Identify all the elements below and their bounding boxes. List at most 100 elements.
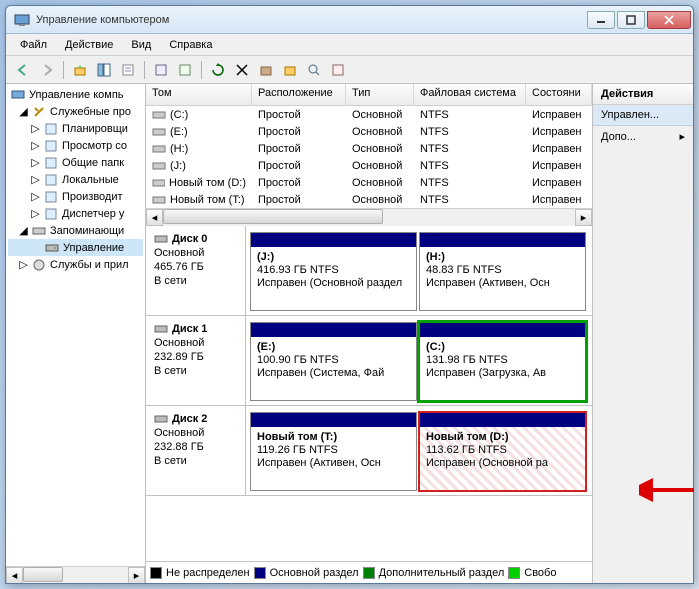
legend-free-swatch bbox=[508, 567, 520, 579]
clock-icon bbox=[43, 121, 59, 137]
actions-pane: Действия Управлен... Допо... ▸ bbox=[593, 84, 693, 583]
menu-action[interactable]: Действие bbox=[57, 37, 121, 53]
expand-icon[interactable]: ▷ bbox=[30, 191, 41, 202]
volume-row[interactable]: (C:) Простой Основной NTFS Исправен bbox=[146, 106, 592, 123]
tree-group-services[interactable]: ▷ Службы и прил bbox=[8, 256, 143, 273]
collapse-icon[interactable]: ◢ bbox=[18, 225, 29, 236]
properties-button[interactable] bbox=[117, 59, 139, 81]
tree-item-disk-management[interactable]: Управление bbox=[8, 239, 143, 256]
computer-icon bbox=[10, 87, 26, 103]
partition[interactable]: (C:) 131.98 ГБ NTFS Исправен (Загрузка, … bbox=[419, 322, 586, 401]
up-button[interactable] bbox=[69, 59, 91, 81]
forward-button[interactable] bbox=[36, 59, 58, 81]
partition-bar bbox=[420, 233, 585, 247]
partition[interactable]: (E:) 100.90 ГБ NTFS Исправен (Система, Ф… bbox=[250, 322, 417, 401]
col-status[interactable]: Состояни bbox=[526, 84, 592, 105]
tool-icon-4[interactable] bbox=[279, 59, 301, 81]
partition-bar bbox=[420, 323, 585, 337]
storage-icon bbox=[31, 223, 47, 239]
tool-icon-6[interactable] bbox=[327, 59, 349, 81]
app-icon bbox=[14, 12, 30, 28]
menu-help[interactable]: Справка bbox=[161, 37, 220, 53]
expand-icon[interactable]: ▷ bbox=[30, 123, 41, 134]
legend: Не распределен Основной раздел Дополните… bbox=[146, 561, 592, 583]
disk-info[interactable]: Диск 0 Основной 465.76 ГБ В сети bbox=[146, 226, 246, 315]
services-icon bbox=[31, 257, 47, 273]
maximize-button[interactable] bbox=[617, 11, 645, 29]
legend-extended-swatch bbox=[363, 567, 375, 579]
event-icon bbox=[43, 138, 59, 154]
volume-row[interactable]: (J:) Простой Основной NTFS Исправен bbox=[146, 157, 592, 174]
menu-file[interactable]: Файл bbox=[12, 37, 55, 53]
show-hide-tree-button[interactable] bbox=[93, 59, 115, 81]
drive-icon bbox=[152, 160, 166, 172]
disk-info[interactable]: Диск 1 Основной 232.89 ГБ В сети bbox=[146, 316, 246, 405]
menubar: Файл Действие Вид Справка bbox=[6, 34, 693, 56]
disk-icon bbox=[154, 413, 168, 425]
actions-more[interactable]: Допо... ▸ bbox=[593, 126, 693, 147]
tool-icon-5[interactable] bbox=[303, 59, 325, 81]
users-icon bbox=[43, 172, 59, 188]
partition-bar bbox=[251, 413, 416, 427]
minimize-button[interactable] bbox=[587, 11, 615, 29]
col-fs[interactable]: Файловая система bbox=[414, 84, 526, 105]
tree-item[interactable]: ▷Планировщи bbox=[8, 120, 143, 137]
partition[interactable]: Новый том (T:) 119.26 ГБ NTFS Исправен (… bbox=[250, 412, 417, 491]
close-button[interactable] bbox=[647, 11, 691, 29]
expand-icon[interactable]: ▷ bbox=[18, 259, 29, 270]
drive-icon bbox=[152, 109, 166, 121]
partition[interactable]: (J:) 416.93 ГБ NTFS Исправен (Основной р… bbox=[250, 232, 417, 311]
actions-header: Действия bbox=[593, 84, 693, 105]
tool-icon-2[interactable] bbox=[174, 59, 196, 81]
volume-header-row: Том Расположение Тип Файловая система Со… bbox=[146, 84, 592, 106]
col-volume[interactable]: Том bbox=[146, 84, 252, 105]
tool-icon-1[interactable] bbox=[150, 59, 172, 81]
expand-icon[interactable]: ▷ bbox=[30, 157, 41, 168]
legend-unallocated-swatch bbox=[150, 567, 162, 579]
disk-icon bbox=[154, 323, 168, 335]
toolbar bbox=[6, 56, 693, 84]
refresh-icon[interactable] bbox=[207, 59, 229, 81]
volume-row[interactable]: Новый том (D:) Простой Основной NTFS Исп… bbox=[146, 174, 592, 191]
expand-icon[interactable]: ▷ bbox=[30, 140, 41, 151]
drive-icon bbox=[152, 177, 165, 189]
tree-group-system-tools[interactable]: ◢ Служебные про bbox=[8, 103, 143, 120]
menu-view[interactable]: Вид bbox=[123, 37, 159, 53]
folder-icon bbox=[43, 155, 59, 171]
drive-icon bbox=[152, 126, 166, 138]
disk-row: Диск 2 Основной 232.88 ГБ В сети Новый т… bbox=[146, 406, 592, 496]
volume-row[interactable]: (H:) Простой Основной NTFS Исправен bbox=[146, 140, 592, 157]
volume-row[interactable]: (E:) Простой Основной NTFS Исправен bbox=[146, 123, 592, 140]
actions-subheader[interactable]: Управлен... bbox=[593, 105, 693, 126]
collapse-icon[interactable]: ◢ bbox=[18, 106, 29, 117]
partition-bar bbox=[251, 323, 416, 337]
volume-row[interactable]: Новый том (T:) Простой Основной NTFS Исп… bbox=[146, 191, 592, 208]
delete-icon[interactable] bbox=[231, 59, 253, 81]
disk-mgmt-icon bbox=[44, 240, 60, 256]
volume-hscrollbar[interactable]: ◂ ▸ bbox=[146, 208, 592, 225]
back-button[interactable] bbox=[12, 59, 34, 81]
titlebar[interactable]: Управление компьютером bbox=[6, 6, 693, 34]
disk-info[interactable]: Диск 2 Основной 232.88 ГБ В сети bbox=[146, 406, 246, 495]
expand-icon[interactable]: ▷ bbox=[30, 174, 41, 185]
tree-item[interactable]: ▷Общие папк bbox=[8, 154, 143, 171]
tool-icon-3[interactable] bbox=[255, 59, 277, 81]
col-layout[interactable]: Расположение bbox=[252, 84, 346, 105]
chevron-right-icon: ▸ bbox=[679, 130, 685, 143]
partition[interactable]: Новый том (D:) 113.62 ГБ NTFS Исправен (… bbox=[419, 412, 586, 491]
tree-hscrollbar[interactable]: ◂ ▸ bbox=[6, 566, 145, 583]
col-type[interactable]: Тип bbox=[346, 84, 414, 105]
tree-item[interactable]: ▷Диспетчер у bbox=[8, 205, 143, 222]
tree-root[interactable]: Управление компь bbox=[8, 86, 143, 103]
legend-primary-swatch bbox=[254, 567, 266, 579]
perf-icon bbox=[43, 189, 59, 205]
tree-group-storage[interactable]: ◢ Запоминающи bbox=[8, 222, 143, 239]
partition-bar bbox=[251, 233, 416, 247]
partition[interactable]: (H:) 48.83 ГБ NTFS Исправен (Активен, Ос… bbox=[419, 232, 586, 311]
tree-item[interactable]: ▷Просмотр со bbox=[8, 137, 143, 154]
tree-item[interactable]: ▷Производит bbox=[8, 188, 143, 205]
partition-bar bbox=[420, 413, 585, 427]
tree-item[interactable]: ▷Локальные bbox=[8, 171, 143, 188]
center-pane: Том Расположение Тип Файловая система Со… bbox=[146, 84, 593, 583]
expand-icon[interactable]: ▷ bbox=[30, 208, 41, 219]
